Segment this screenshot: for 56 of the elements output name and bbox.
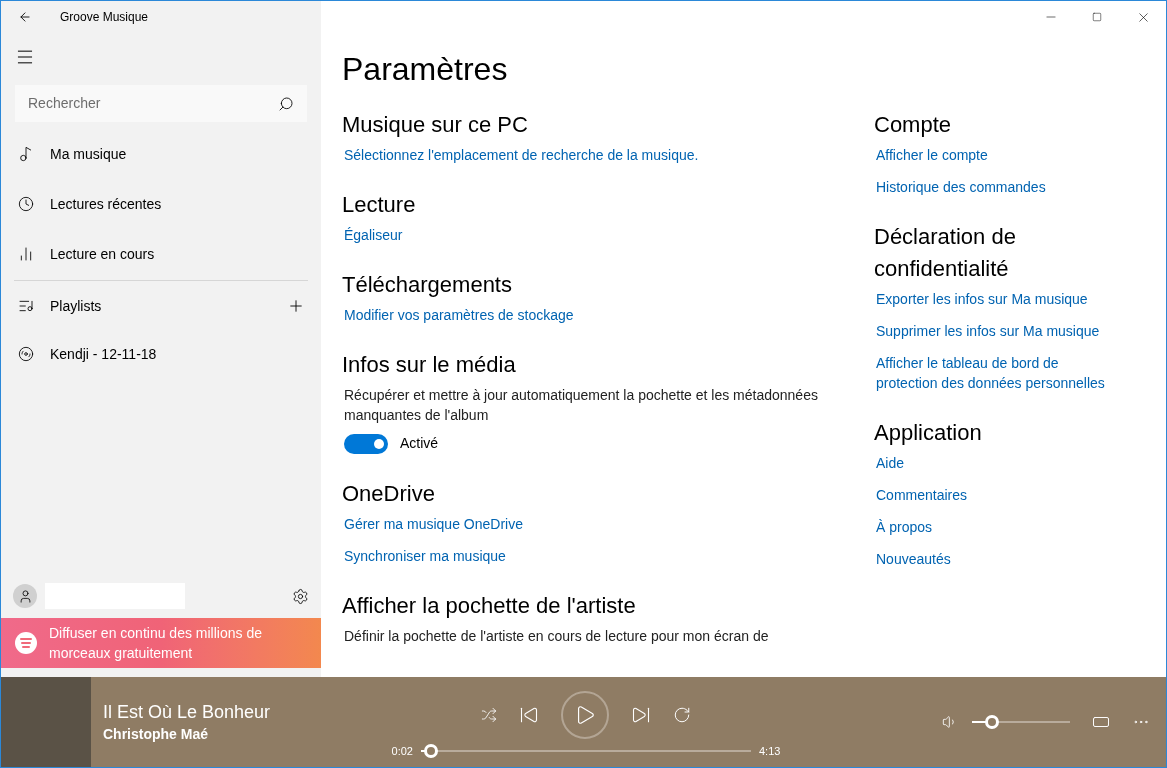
avatar-icon[interactable] [13,584,37,608]
settings-link[interactable]: À propos [876,517,1124,537]
settings-link[interactable]: Modifier vos paramètres de stockage [344,305,852,325]
shuffle-icon[interactable] [481,706,497,723]
track-title: Il Est Où Le Bonheur [103,700,272,724]
settings-link[interactable]: Exporter les infos sur Ma musique [876,289,1124,309]
settings-link[interactable]: Nouveautés [876,549,1124,569]
section-heading: Afficher la pochette de l'artiste [342,592,637,620]
elapsed-time: 0:02 [391,743,413,759]
disc-icon [18,346,34,362]
section-heading: Téléchargements [342,271,513,299]
duration-time: 4:13 [759,743,781,759]
search-input[interactable]: Rechercher [28,93,278,114]
section-description: Définir la pochette de l'artiste en cours de lecture pour mon écran de [344,627,770,646]
settings-link[interactable]: Sélectionnez l'emplacement de recherche de la musique. [344,145,852,165]
section-heading: Application [874,419,983,447]
toggle-label: Activé [400,434,439,453]
equalizer-bars-icon [18,246,34,262]
settings-icon[interactable] [292,587,309,605]
section-heading: Infos sur le média [342,351,517,379]
window-title: Groove Musique [60,9,149,26]
music-note-icon [18,146,34,162]
nav-item[interactable]: Lectures récentes [1,179,321,229]
section-description: Récupérer et mettre à jour automatiquement la pochette et les métadonnées manquantes de l'album [344,386,819,425]
settings-link[interactable]: Supprimer les infos sur Ma musique [876,321,1124,341]
toggle-switch[interactable] [344,433,388,454]
nav-item[interactable]: Lecture en cours [1,229,321,279]
nav-item[interactable]: Playlists [1,281,321,331]
settings-link[interactable]: Commentaires [876,485,1124,505]
play-button[interactable] [561,690,609,739]
artist-name: Christophe Maé [103,724,209,744]
playlist-item[interactable]: Kendji - 12-11-18 [1,331,321,377]
settings-link[interactable]: Afficher le compte [876,145,1124,165]
section-heading: OneDrive [342,480,436,508]
repeat-icon[interactable] [673,705,691,724]
settings-link[interactable]: Historique des commandes [876,177,1124,197]
volume-thumb[interactable] [984,715,999,729]
settings-link[interactable]: Aide [876,453,1124,473]
section-heading: Déclaration de confidentialité [874,223,1017,283]
playlist-icon [18,298,34,314]
section-heading: Compte [874,111,953,139]
add-icon[interactable] [287,297,305,315]
settings-link[interactable]: Afficher le tableau de bord de protection des données personnelles [876,353,1124,393]
nav-item[interactable]: Ma musique [1,129,321,179]
search-field[interactable]: Rechercher [15,85,307,122]
settings-link[interactable]: Gérer ma musique OneDrive [344,514,852,534]
search-icon [278,95,294,112]
settings-link[interactable]: Égaliseur [344,225,852,245]
page-title: Paramètres [342,50,509,89]
clock-icon [18,196,34,212]
section-heading: Lecture [342,191,417,219]
maximize-icon [1092,12,1102,22]
settings-link[interactable]: Synchroniser ma musique [344,546,852,566]
progress-thumb[interactable] [423,744,438,758]
promo-text: Diffuser en continu des millions de morceaux gratuitement [49,624,263,663]
section-heading: Musique sur ce PC [342,111,529,139]
